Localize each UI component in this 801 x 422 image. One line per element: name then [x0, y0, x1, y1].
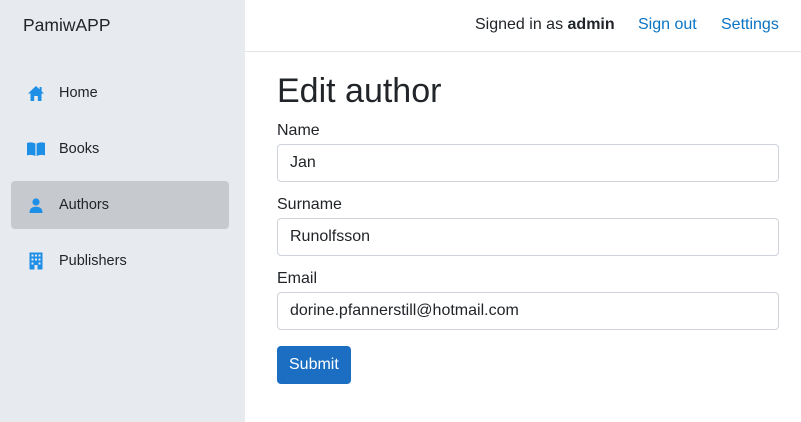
name-label: Name [277, 122, 320, 139]
person-icon [26, 195, 46, 215]
name-input[interactable] [277, 144, 779, 182]
sidebar-item-label: Home [59, 85, 98, 101]
username: admin [567, 16, 615, 33]
form-actions: Submit [277, 346, 779, 384]
sidebar-item-label: Books [59, 141, 100, 157]
email-field-group: Email [277, 269, 779, 330]
settings-link[interactable]: Settings [721, 15, 779, 35]
surname-field-group: Surname [277, 195, 779, 256]
sidebar-item-label: Authors [59, 197, 109, 213]
page-title: Edit author [277, 72, 442, 110]
email-label: Email [277, 270, 318, 287]
book-icon [26, 139, 46, 159]
email-input[interactable] [277, 292, 779, 330]
signed-in-prefix: Signed in as [475, 16, 568, 33]
sidebar-item-books[interactable]: Books [11, 125, 229, 173]
home-icon [26, 83, 46, 103]
building-icon [26, 251, 46, 271]
sidebar-item-home[interactable]: Home [11, 69, 229, 117]
edit-author-form: Edit author Name Surname Email Submit [277, 70, 779, 384]
signed-in-status: Signed in as admin [475, 15, 615, 35]
sidebar-nav: Home Books Authors Publishers [11, 69, 229, 293]
top-bar: Signed in as admin Sign out Settings [245, 0, 801, 52]
sidebar: PamiwAPP Home Books Authors Publishers [0, 0, 245, 422]
sidebar-item-authors[interactable]: Authors [11, 181, 229, 229]
app-brand[interactable]: PamiwAPP [23, 14, 111, 36]
sidebar-item-label: Publishers [59, 253, 127, 269]
name-field-group: Name [277, 121, 779, 182]
submit-button[interactable]: Submit [277, 346, 351, 384]
sign-out-link[interactable]: Sign out [638, 15, 697, 35]
sidebar-item-publishers[interactable]: Publishers [11, 237, 229, 285]
surname-input[interactable] [277, 218, 779, 256]
surname-label: Surname [277, 196, 342, 213]
